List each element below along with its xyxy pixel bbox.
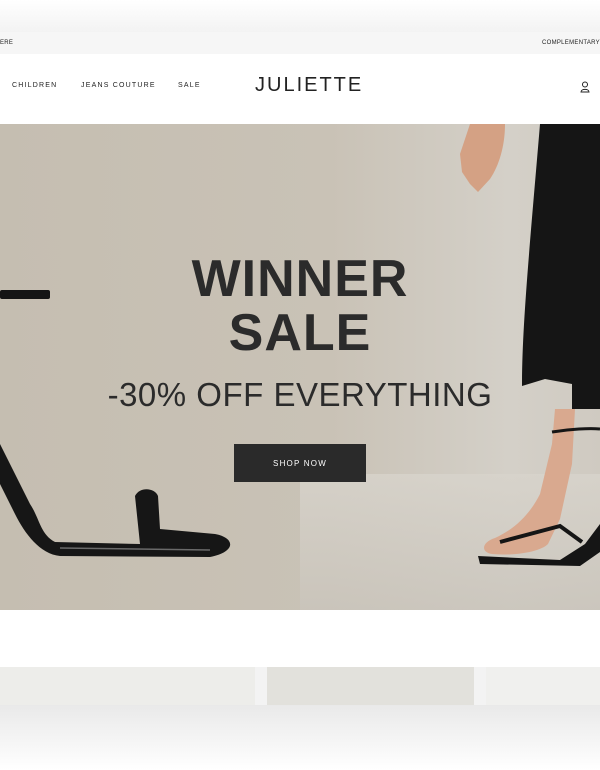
hero-title-line2: SALE bbox=[228, 304, 372, 362]
product-card[interactable] bbox=[0, 667, 255, 705]
nav-item-children[interactable]: CHILDREN bbox=[12, 82, 57, 89]
announcement-bar: ere COMPLEMENTARY bbox=[0, 32, 600, 54]
hero-image bbox=[0, 124, 600, 566]
hero-title: WINNER SALE bbox=[0, 252, 600, 360]
nav-item-jeans-couture[interactable]: JEANS COUTURE bbox=[81, 82, 156, 89]
brand-logo[interactable]: JULIETTE bbox=[255, 74, 363, 97]
announcement-left-text: ere bbox=[0, 40, 14, 46]
shop-now-button[interactable]: SHOP NOW bbox=[234, 444, 366, 482]
sandal-left-shape bbox=[0, 444, 231, 557]
hero-banner: WINNER SALE -30% OFF EVERYTHING SHOP NOW bbox=[0, 124, 600, 610]
user-icon[interactable] bbox=[580, 80, 590, 93]
page: ere COMPLEMENTARY CHILDREN JEANS COUTURE… bbox=[0, 0, 600, 770]
product-card[interactable] bbox=[267, 667, 474, 705]
bottom-fade bbox=[0, 705, 600, 770]
announcement-right-text: COMPLEMENTARY bbox=[541, 40, 600, 46]
hero-title-line1: WINNER bbox=[191, 250, 409, 308]
section-spacer bbox=[0, 610, 600, 667]
hand-shape bbox=[460, 124, 505, 192]
site-header: CHILDREN JEANS COUTURE SALE JULIETTE bbox=[0, 54, 600, 124]
top-fade bbox=[0, 0, 600, 32]
nav-item-sale[interactable]: SALE bbox=[178, 82, 201, 89]
hero-subtitle: -30% OFF EVERYTHING bbox=[107, 376, 493, 413]
product-card[interactable] bbox=[486, 667, 600, 705]
